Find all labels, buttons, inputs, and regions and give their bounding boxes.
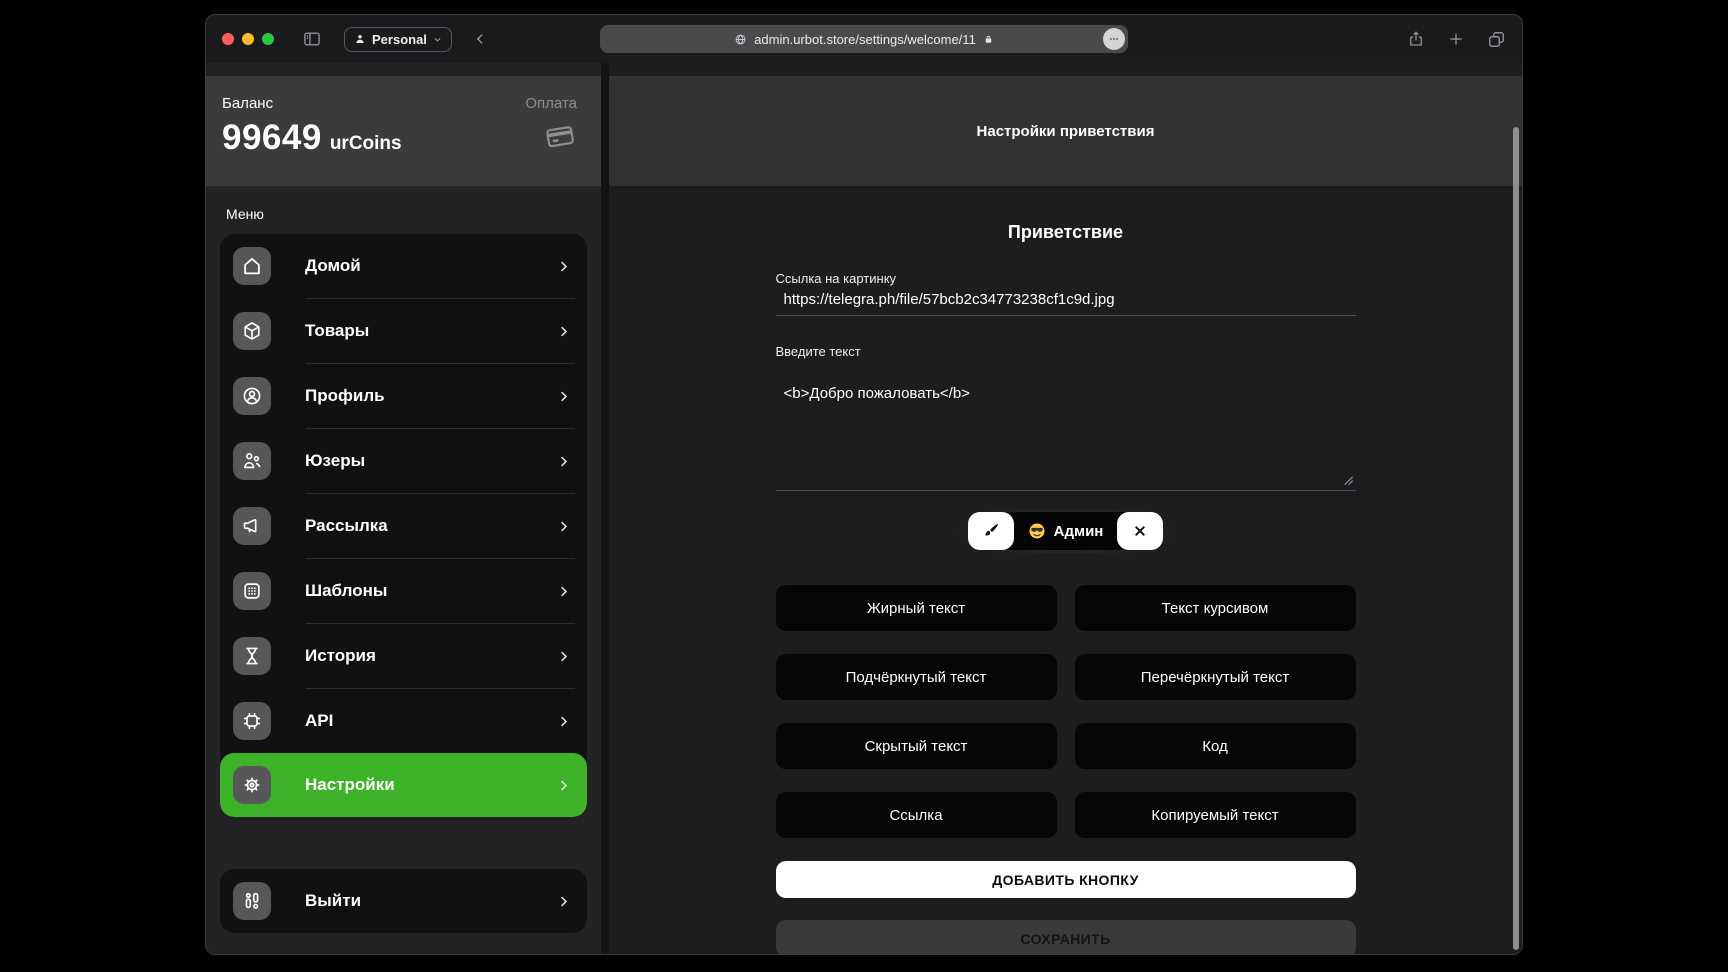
image-link-label: Ссылка на картинку bbox=[776, 271, 1356, 286]
chevron-right-icon bbox=[556, 649, 571, 664]
traffic-lights bbox=[222, 33, 274, 45]
link-button[interactable]: Ссылка bbox=[776, 792, 1057, 838]
admin-chip-body[interactable]: Админ bbox=[1006, 512, 1126, 550]
balance-currency: urCoins bbox=[330, 133, 402, 155]
text-label: Введите текст bbox=[776, 344, 1356, 359]
chevron-right-icon bbox=[556, 259, 571, 274]
admin-chip-label: Админ bbox=[1054, 523, 1104, 540]
sidebar: Баланс 99649 urCoins Оплата Меню bbox=[206, 63, 601, 955]
browser-titlebar: Personal admin.urbot.store/settings/welc… bbox=[206, 15, 1522, 63]
back-button[interactable] bbox=[474, 30, 487, 48]
sidebar-item-home[interactable]: Домой bbox=[220, 234, 587, 298]
footprints-icon bbox=[233, 882, 271, 920]
chevron-right-icon bbox=[556, 778, 571, 793]
sidebar-toggle-icon[interactable] bbox=[302, 29, 322, 49]
add-button-button[interactable]: ДОБАВИТЬ КНОПКУ bbox=[776, 861, 1356, 898]
templates-grid-icon bbox=[233, 572, 271, 610]
hourglass-icon bbox=[233, 637, 271, 675]
box-icon bbox=[233, 312, 271, 350]
person-icon bbox=[354, 33, 366, 45]
megaphone-icon bbox=[233, 507, 271, 545]
format-buttons-grid: Жирный текст Текст курсивом Подчёркнутый… bbox=[776, 585, 1356, 838]
chevron-right-icon bbox=[556, 894, 571, 909]
browser-window: Personal admin.urbot.store/settings/welc… bbox=[205, 14, 1523, 955]
sidebar-item-broadcast[interactable]: Рассылка bbox=[220, 494, 587, 558]
toolbar-right-icons bbox=[1407, 29, 1506, 49]
chevron-right-icon bbox=[556, 584, 571, 599]
tab-overview-icon[interactable] bbox=[1487, 30, 1506, 49]
url-text: admin.urbot.store/settings/welcome/11 bbox=[754, 32, 976, 47]
edit-chip-button[interactable] bbox=[968, 512, 1014, 550]
zoom-window-button[interactable] bbox=[262, 33, 274, 45]
resize-handle-icon[interactable] bbox=[1343, 475, 1354, 486]
minimize-window-button[interactable] bbox=[242, 33, 254, 45]
chip-icon bbox=[233, 702, 271, 740]
welcome-text-textarea[interactable]: <b>Добро пожаловать</b> bbox=[776, 379, 1356, 491]
bold-text-button[interactable]: Жирный текст bbox=[776, 585, 1057, 631]
users-icon bbox=[233, 442, 271, 480]
main-content: Настройки приветствия Приветствие Ссылка… bbox=[609, 63, 1522, 955]
balance-header: Баланс 99649 urCoins Оплата bbox=[206, 76, 601, 186]
sunglasses-emoji-icon bbox=[1028, 522, 1046, 540]
profile-label: Personal bbox=[372, 32, 427, 47]
menu-section-label: Меню bbox=[226, 206, 581, 222]
chevron-right-icon bbox=[556, 519, 571, 534]
payment-label: Оплата bbox=[525, 95, 577, 112]
underline-text-button[interactable]: Подчёркнутый текст bbox=[776, 654, 1057, 700]
sidebar-item-history[interactable]: История bbox=[220, 624, 587, 688]
image-link-input[interactable] bbox=[776, 286, 1356, 316]
content-header-title: Настройки приветствия bbox=[977, 123, 1155, 140]
save-button[interactable]: СОХРАНИТЬ bbox=[776, 920, 1356, 955]
url-field[interactable]: admin.urbot.store/settings/welcome/11 bbox=[600, 25, 1128, 53]
sidebar-item-profile[interactable]: Профиль bbox=[220, 364, 587, 428]
admin-chip-row: Админ bbox=[776, 509, 1356, 553]
lock-icon bbox=[983, 33, 994, 46]
page-settings-button[interactable] bbox=[1103, 28, 1125, 50]
strikethrough-text-button[interactable]: Перечёркнутый текст bbox=[1075, 654, 1356, 700]
remove-chip-button[interactable] bbox=[1117, 512, 1163, 550]
sidebar-item-products[interactable]: Товары bbox=[220, 299, 587, 363]
admin-chip: Админ bbox=[968, 512, 1164, 550]
sidebar-content-divider bbox=[601, 63, 609, 955]
close-window-button[interactable] bbox=[222, 33, 234, 45]
sidebar-item-api[interactable]: API bbox=[220, 689, 587, 753]
spoiler-text-button[interactable]: Скрытый текст bbox=[776, 723, 1057, 769]
sidebar-item-logout[interactable]: Выйти bbox=[220, 869, 587, 933]
section-title: Приветствие bbox=[776, 222, 1356, 243]
content-header: Настройки приветствия bbox=[609, 76, 1522, 186]
gear-icon bbox=[233, 766, 271, 804]
home-icon bbox=[233, 247, 271, 285]
sidebar-item-users[interactable]: Юзеры bbox=[220, 429, 587, 493]
share-icon[interactable] bbox=[1407, 29, 1425, 49]
chevron-right-icon bbox=[556, 714, 571, 729]
scrollbar[interactable] bbox=[1513, 127, 1519, 950]
sidebar-item-templates[interactable]: Шаблоны bbox=[220, 559, 587, 623]
chevron-right-icon bbox=[556, 324, 571, 339]
copyable-text-button[interactable]: Копируемый текст bbox=[1075, 792, 1356, 838]
chevron-right-icon bbox=[556, 454, 571, 469]
new-tab-icon[interactable] bbox=[1447, 30, 1465, 48]
credit-card-icon[interactable] bbox=[525, 120, 577, 152]
balance-label: Баланс bbox=[222, 95, 402, 112]
code-button[interactable]: Код bbox=[1075, 723, 1356, 769]
balance-value: 99649 bbox=[222, 118, 322, 158]
sidebar-item-settings[interactable]: Настройки bbox=[220, 753, 587, 817]
profile-menu-button[interactable]: Personal bbox=[344, 27, 452, 52]
sidebar-menu: Домой Товары Профиль bbox=[220, 234, 587, 817]
chevron-down-icon bbox=[433, 35, 442, 44]
profile-icon bbox=[233, 377, 271, 415]
italic-text-button[interactable]: Текст курсивом bbox=[1075, 585, 1356, 631]
close-icon bbox=[1132, 523, 1148, 539]
sidebar-exit-section: Выйти bbox=[220, 869, 587, 933]
chevron-right-icon bbox=[556, 389, 571, 404]
globe-icon bbox=[734, 33, 747, 46]
paintbrush-icon bbox=[981, 521, 1001, 541]
